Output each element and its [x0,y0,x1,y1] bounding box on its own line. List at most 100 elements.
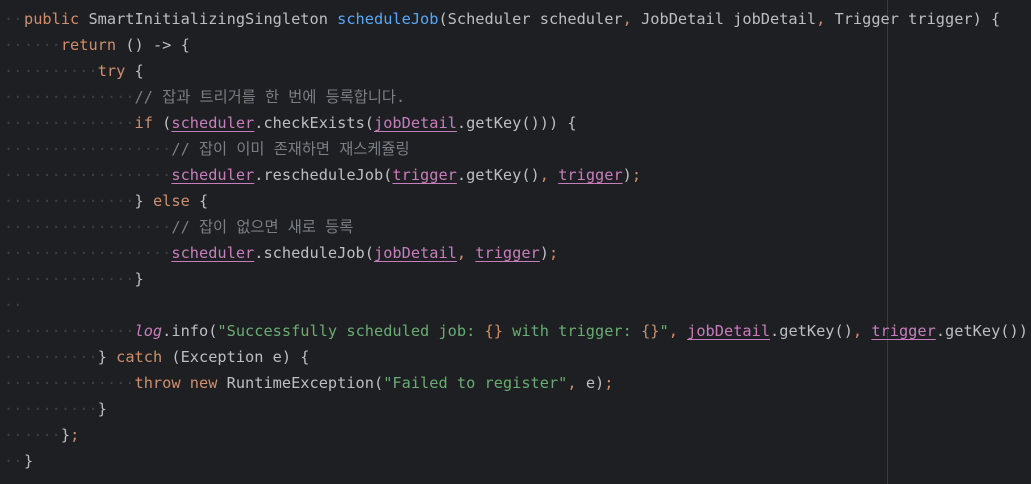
code-token: else [152,192,199,210]
code-token: , [622,10,642,28]
code-token: .getKey()) [935,322,1028,340]
code-token: { [134,62,144,80]
code-token: .getKey())) { [456,114,577,132]
code-line[interactable] [24,292,1031,318]
code-token: " [659,322,669,340]
code-token: jobDetail [374,114,457,132]
code-token: ········ [24,400,98,418]
code-token: // 잡이 이미 존재하면 재스케쥴링 [171,140,410,158]
code-token: ············ [24,88,135,106]
code-line[interactable]: ········} catch (Exception e) { [24,344,1031,370]
code-token: catch [116,348,172,366]
code-token: , [852,322,872,340]
code-line[interactable]: } [24,448,1031,474]
whitespace-marker: ·· [4,62,23,80]
code-line[interactable]: ············if (scheduler.checkExists(jo… [24,110,1031,136]
whitespace-marker: ·· [4,374,23,392]
code-token: JobDetail jobDetail [641,10,817,28]
code-token: , [567,374,586,392]
code-token: ············ [24,192,135,210]
code-token: ; [604,374,614,392]
code-token: .scheduleJob( [254,244,374,262]
code-editor[interactable]: ·· ·· ·· ·· ·· ·· ·· ·· ·· ·· ·· ·· ·· ·· ·· ·· ·· ·· pub… [0,0,1031,484]
code-line[interactable]: ············// 잡과 트리거를 한 번에 등록합니다. [24,84,1031,110]
code-line[interactable]: ················scheduler.rescheduleJob(… [24,162,1031,188]
whitespace-marker: ·· [4,36,23,54]
code-token: .checkExists( [254,114,374,132]
code-line[interactable]: ········try { [24,58,1031,84]
code-token: ············ [24,114,135,132]
whitespace-marker: ·· [4,10,23,28]
code-lines[interactable]: public SmartInitializingSingleton schedu… [24,6,1031,474]
code-token: if [134,114,163,132]
code-token: ········ [24,62,98,80]
whitespace-marker: ·· [4,192,23,210]
code-token: {} [641,322,660,340]
leading-whitespace-markers: ·· ·· ·· ·· ·· ·· ·· ·· ·· ·· ·· ·· ·· ·· ·· ·· ·· ·· [4,6,22,474]
whitespace-marker: ·· [4,88,23,106]
whitespace-marker: ·· [4,166,23,184]
code-line[interactable]: ············} [24,266,1031,292]
whitespace-marker: ·· [4,244,23,262]
code-token: // 잡과 트리거를 한 번에 등록합니다. [134,88,406,106]
whitespace-marker: ·· [4,140,23,158]
whitespace-marker: ·· [4,296,23,314]
code-token: ················ [24,244,172,262]
code-token: Trigger trigger) { [834,10,1001,28]
code-token: try [97,62,135,80]
code-token: {} [484,322,503,340]
code-token: .info( [162,322,218,340]
code-token: } [97,400,107,418]
code-token: .rescheduleJob( [254,166,393,184]
code-line[interactable]: ············} else { [24,188,1031,214]
whitespace-marker: ·· [4,114,23,132]
code-token: trigger [871,322,936,340]
code-token: ( [162,114,172,132]
code-token: "Successfully scheduled job: [217,322,485,340]
code-line[interactable]: ····return () -> { [24,32,1031,58]
code-line[interactable]: ····}; [24,422,1031,448]
code-token: (Exception e) { [171,348,310,366]
code-line[interactable]: ············log.info("Successfully sched… [24,318,1031,344]
code-token: throw new [134,374,227,392]
code-token: "Failed to register" [383,374,568,392]
code-token: { [199,192,209,210]
code-token: ···· [24,426,61,444]
code-token: .getKey() [770,322,853,340]
code-token: jobDetail [687,322,771,340]
code-token: scheduler [171,166,255,184]
whitespace-marker: ·· [4,348,23,366]
code-line[interactable]: ········} [24,396,1031,422]
code-token: ············ [24,374,135,392]
code-line[interactable]: ················// 잡이 이미 존재하면 재스케쥴링 [24,136,1031,162]
code-token: ; [631,166,642,184]
code-line[interactable]: ················// 잡이 없으면 새로 등록 [24,214,1031,240]
code-line[interactable]: ············throw new RuntimeException("… [24,370,1031,396]
code-token: SmartInitializingSingleton [88,10,338,28]
code-token: } [60,426,71,444]
code-token: scheduler [171,244,255,262]
code-token: , [668,322,688,340]
code-token: RuntimeException( [226,374,384,392]
code-token: log [134,322,163,340]
code-token: , [816,10,835,28]
code-token: ················ [24,218,172,236]
code-token: } [134,270,144,288]
whitespace-marker: ·· [4,270,23,288]
code-token: ) [622,166,632,184]
whitespace-marker: ·· [4,322,23,340]
code-token: ; [70,426,80,444]
code-token: , [456,244,476,262]
whitespace-marker: ·· [4,426,23,444]
code-token: } [24,452,34,470]
code-token: trigger [392,166,457,184]
code-token: ; [548,244,559,262]
code-line[interactable]: public SmartInitializingSingleton schedu… [24,6,1031,32]
code-token: () -> { [125,36,190,54]
code-token: (Scheduler scheduler [438,10,623,28]
code-token: scheduler [171,114,255,132]
code-token: ············ [24,322,135,340]
code-token: .getKey() [456,166,540,184]
code-token: ············ [24,270,135,288]
code-line[interactable]: ················scheduler.scheduleJob(jo… [24,240,1031,266]
